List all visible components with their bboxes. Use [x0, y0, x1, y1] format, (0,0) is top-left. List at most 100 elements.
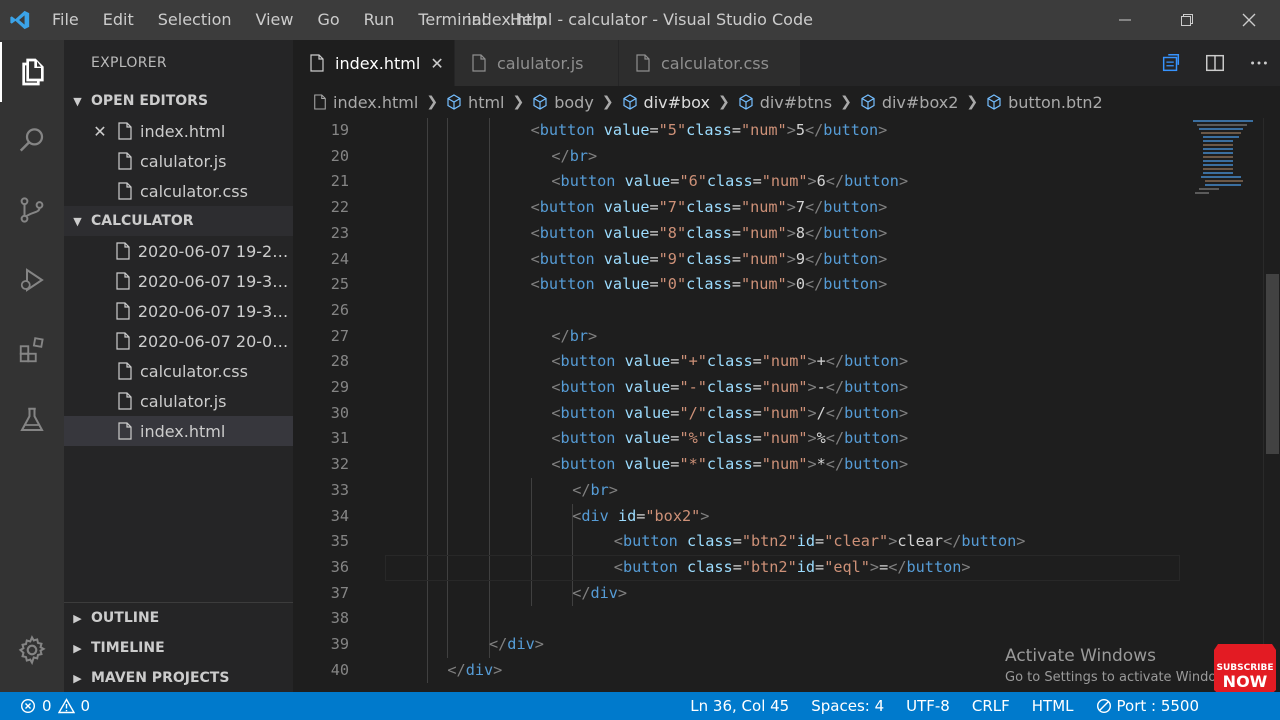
menu-view[interactable]: View	[244, 0, 306, 40]
testing-activity[interactable]	[0, 390, 64, 450]
search-activity[interactable]	[0, 110, 64, 170]
code-line[interactable]: 25 <button value="0"class="num">0</button…	[293, 272, 1263, 298]
file-tree-item[interactable]: 2020-06-07 19-24...	[64, 236, 293, 266]
line-number: 36	[330, 557, 349, 576]
code-line[interactable]: 33 </br>	[293, 478, 1263, 504]
menu-terminal[interactable]: Terminal	[406, 0, 498, 40]
code-line[interactable]: 24 <button value="9"class="num">9</button…	[293, 247, 1263, 273]
file-icon	[111, 242, 136, 260]
source-control-icon	[20, 197, 44, 223]
file-tree-item-selected[interactable]: index.html	[64, 416, 293, 446]
line-number: 24	[330, 249, 349, 268]
project-folder-header[interactable]: ▼ CALCULATOR	[64, 206, 293, 236]
file-tree-item[interactable]: calulator.js	[64, 386, 293, 416]
code-line[interactable]: 30 <button value="/"class="num">/</button…	[293, 401, 1263, 427]
vertical-scrollbar[interactable]	[1263, 118, 1280, 692]
open-editor-item[interactable]: ✕ index.html	[64, 116, 293, 146]
file-tree-item[interactable]: calculator.css	[64, 356, 293, 386]
open-preview-icon[interactable]	[1160, 52, 1182, 74]
menu-selection[interactable]: Selection	[146, 0, 244, 40]
code-line[interactable]: 28 <button value="+"class="num">+</button…	[293, 349, 1263, 375]
close-icon[interactable]: ✕	[430, 54, 443, 73]
code-line[interactable]: 22 <button value="7"class="num">7</button…	[293, 195, 1263, 221]
code-line[interactable]: 20 </br>	[293, 144, 1263, 170]
encoding[interactable]: UTF-8	[895, 697, 961, 715]
tab-label: index.html	[335, 53, 421, 73]
code-editor[interactable]: 19 <button value="5"class="num">5</button…	[293, 118, 1263, 692]
code-line[interactable]: 36 <button class="btn2"id="eql">=</button…	[293, 554, 1263, 581]
code-line[interactable]: 31 <button value="%"class="num">%</button…	[293, 426, 1263, 452]
breadcrumb-item[interactable]: button.btn2	[986, 93, 1103, 112]
code-line[interactable]: 27 </br>	[293, 324, 1263, 350]
indentation[interactable]: Spaces: 4	[800, 697, 895, 715]
tab-index-html[interactable]: index.html ✕	[293, 40, 455, 86]
more-actions-icon[interactable]	[1248, 52, 1270, 74]
line-number: 22	[330, 198, 349, 217]
minimap[interactable]	[1183, 118, 1263, 208]
live-server-port[interactable]: Port : 5500	[1085, 697, 1211, 715]
settings-activity[interactable]	[0, 620, 64, 680]
menu-file[interactable]: File	[40, 0, 91, 40]
file-tree-item[interactable]: 2020-06-07 19-32...	[64, 266, 293, 296]
code-line[interactable]: 34 <div id="box2">	[293, 504, 1263, 530]
open-editor-label: index.html	[140, 121, 226, 141]
restore-icon	[1181, 14, 1193, 26]
scrollbar-thumb[interactable]	[1266, 274, 1279, 454]
code-text: </br>	[551, 146, 598, 165]
code-line[interactable]: 23 <button value="8"class="num">8</button…	[293, 221, 1263, 247]
run-debug-activity[interactable]	[0, 250, 64, 310]
file-icon	[111, 272, 136, 290]
code-line[interactable]: 32 <button value="*"class="num">*</button…	[293, 452, 1263, 478]
split-editor-icon[interactable]	[1204, 52, 1226, 74]
source-control-activity[interactable]	[0, 180, 64, 240]
end-of-line[interactable]: CRLF	[961, 697, 1021, 715]
file-tree-item[interactable]: 2020-06-07 20-01...	[64, 326, 293, 356]
extensions-activity[interactable]	[0, 320, 64, 380]
tab-calulator-js[interactable]: calulator.js	[455, 40, 619, 86]
close-icon[interactable]: ✕	[88, 122, 112, 141]
breadcrumb-item[interactable]: body	[532, 93, 594, 112]
tab-calculator-css[interactable]: calculator.css	[619, 40, 801, 86]
language-mode[interactable]: HTML	[1021, 697, 1085, 715]
breadcrumb-label: button.btn2	[1008, 92, 1103, 112]
code-line[interactable]: 35 <button class="btn2"id="clear">clear</…	[293, 529, 1263, 555]
code-line[interactable]: 38	[293, 606, 1263, 632]
code-line[interactable]: 26	[293, 298, 1263, 324]
outline-header[interactable]: ▶ OUTLINE	[64, 603, 293, 633]
menu-help[interactable]: Help	[498, 0, 558, 40]
chevron-right-icon: ❯	[512, 94, 525, 110]
file-tree-item[interactable]: 2020-06-07 19-35...	[64, 296, 293, 326]
close-window-button[interactable]	[1218, 0, 1280, 40]
breadcrumb-item[interactable]: div#box	[622, 93, 710, 112]
menu-go[interactable]: Go	[305, 0, 351, 40]
code-line[interactable]: 19 <button value="5"class="num">5</button…	[293, 118, 1263, 144]
breadcrumb-item[interactable]: index.html	[313, 93, 418, 112]
explorer-activity[interactable]	[0, 42, 64, 102]
editor-actions	[1160, 40, 1270, 86]
breadcrumb-item[interactable]: div#btns	[738, 93, 832, 112]
file-tree-label: 2020-06-07 19-32...	[137, 271, 293, 291]
menu-edit[interactable]: Edit	[91, 0, 146, 40]
maven-projects-header[interactable]: ▶ MAVEN PROJECTS	[64, 663, 293, 693]
error-icon	[20, 698, 36, 714]
file-icon	[309, 54, 325, 72]
code-line[interactable]: 21 <button value="6"class="num">6</button…	[293, 169, 1263, 195]
problems-indicator[interactable]: 0 0	[0, 697, 90, 715]
open-editor-item[interactable]: calulator.js	[64, 146, 293, 176]
timeline-header[interactable]: ▶ TIMELINE	[64, 633, 293, 663]
line-number: 34	[330, 506, 349, 525]
cursor-position[interactable]: Ln 36, Col 45	[679, 697, 800, 715]
minimize-button[interactable]	[1094, 0, 1156, 40]
code-text: <div id="box2">	[572, 506, 710, 525]
line-number: 23	[330, 223, 349, 242]
code-line[interactable]: 29 <button value="-"class="num">-</button…	[293, 375, 1263, 401]
open-editor-item[interactable]: calculator.css	[64, 176, 293, 206]
explorer-sidebar: EXPLORER ▼ OPEN EDITORS ✕ index.html cal…	[64, 40, 293, 692]
restore-button[interactable]	[1156, 0, 1218, 40]
menu-run[interactable]: Run	[352, 0, 407, 40]
code-line[interactable]: 37 </div>	[293, 581, 1263, 607]
file-icon	[111, 302, 136, 320]
open-editors-header[interactable]: ▼ OPEN EDITORS	[64, 86, 293, 116]
breadcrumb-item[interactable]: div#box2	[860, 93, 958, 112]
breadcrumb-item[interactable]: html	[446, 93, 505, 112]
